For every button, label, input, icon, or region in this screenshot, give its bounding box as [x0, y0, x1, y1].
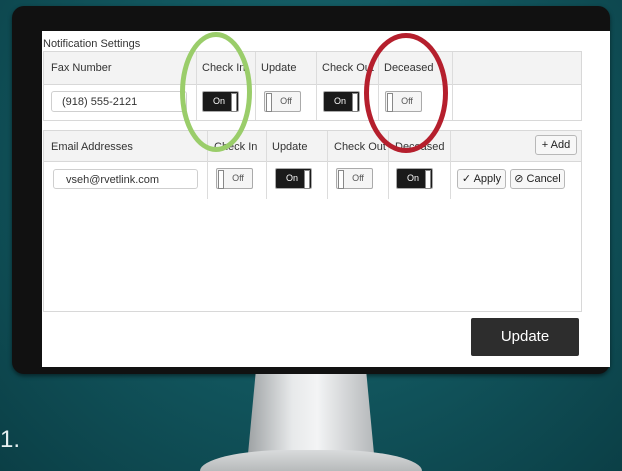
email-deceased-toggle[interactable]: On — [396, 168, 433, 189]
col-fax-number: Fax Number — [51, 62, 112, 74]
divider — [327, 131, 328, 199]
email-table: Email Addresses Check In Update Check Ou… — [43, 130, 582, 312]
update-button[interactable]: Update — [471, 318, 579, 356]
email-check-in-toggle[interactable]: Off — [216, 168, 253, 189]
highlight-circle-green — [180, 32, 252, 152]
add-button[interactable]: + Add — [535, 135, 577, 155]
fax-number-input[interactable]: (918) 555-2121 — [51, 91, 187, 112]
divider — [452, 52, 453, 120]
fax-table-header: Fax Number Check In Update Check Out Dec… — [44, 52, 581, 85]
fax-update-toggle[interactable]: Off — [264, 91, 301, 112]
cancel-button[interactable]: ⊘ Cancel — [510, 169, 565, 189]
email-table-header: Email Addresses Check In Update Check Ou… — [44, 131, 581, 162]
section-title: Notification Settings — [43, 38, 141, 50]
highlight-circle-red — [364, 33, 448, 153]
apply-button[interactable]: ✓ Apply — [457, 169, 506, 189]
col-update: Update — [272, 141, 308, 153]
divider — [255, 52, 256, 120]
col-check-out: Check Out — [334, 141, 386, 153]
step-number: 1. — [0, 426, 21, 453]
monitor-stand-neck — [248, 374, 374, 454]
fax-check-out-toggle[interactable]: On — [323, 91, 360, 112]
fax-table: Fax Number Check In Update Check Out Dec… — [43, 51, 582, 121]
divider — [450, 131, 451, 199]
divider — [266, 131, 267, 199]
email-check-out-toggle[interactable]: Off — [336, 168, 373, 189]
email-update-toggle[interactable]: On — [275, 168, 312, 189]
divider — [316, 52, 317, 120]
col-email-addresses: Email Addresses — [51, 141, 133, 153]
email-address-input[interactable]: vseh@rvetlink.com — [53, 169, 198, 189]
col-update: Update — [261, 62, 297, 74]
